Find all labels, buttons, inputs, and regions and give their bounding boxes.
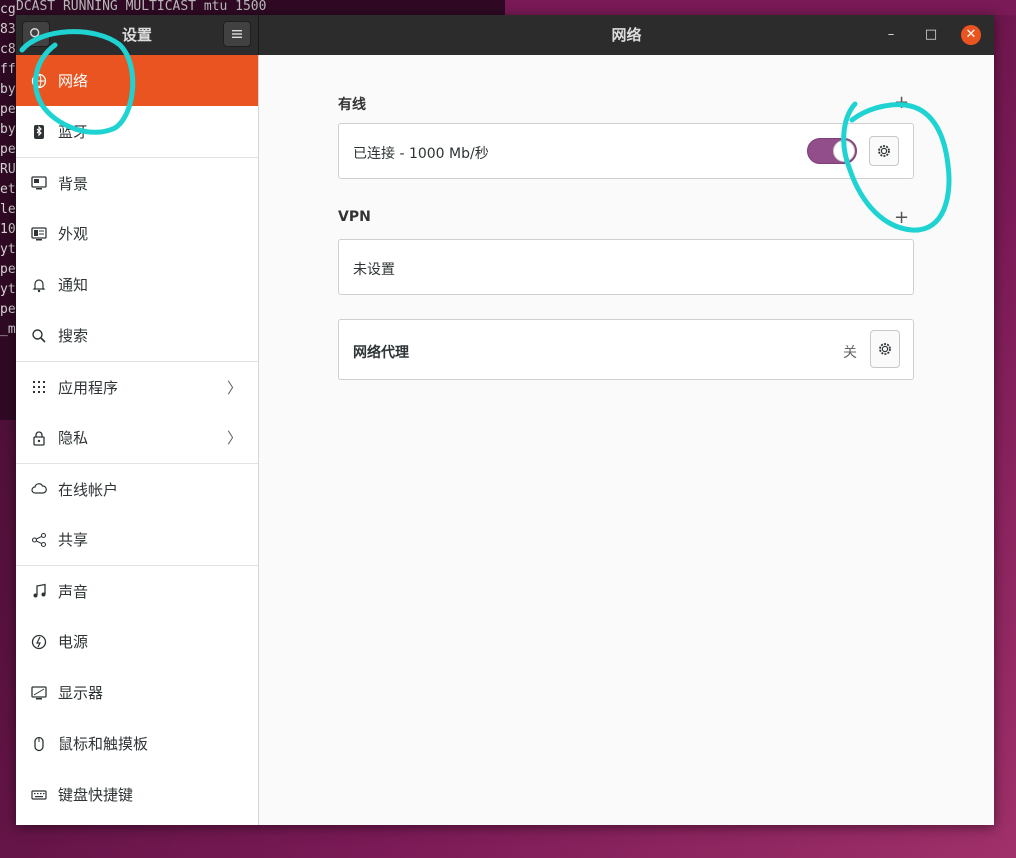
add-vpn-button[interactable]: +	[894, 209, 909, 227]
sidebar-item-notifications[interactable]: 通知	[16, 259, 258, 310]
gear-icon	[879, 343, 891, 355]
sidebar-item-label: 蓝牙	[58, 123, 89, 141]
sidebar-item-appearance[interactable]: 外观	[16, 208, 258, 259]
sidebar-item-label: 共享	[58, 531, 89, 549]
search-icon	[30, 327, 48, 345]
music-note-icon	[30, 582, 48, 600]
sidebar-item-label: 在线帐户	[58, 480, 119, 499]
proxy-title: 网络代理	[353, 345, 409, 361]
mouse-icon	[30, 735, 48, 753]
terminal-line: _m	[0, 322, 16, 337]
sidebar-item-label: 隐私	[58, 429, 89, 447]
sidebar-item-sharing[interactable]: 共享	[16, 514, 258, 565]
terminal-line: ff	[0, 62, 16, 77]
wired-status: 已连接 - 1000 Mb/秒	[353, 146, 489, 162]
sidebar-item-label: 通知	[58, 276, 89, 294]
apps-grid-icon	[30, 378, 48, 396]
terminal-line: c8	[0, 42, 16, 57]
sidebar-item-power[interactable]: 电源	[16, 616, 258, 667]
sidebar-item-keyboard-shortcuts[interactable]: 键盘快捷键	[16, 769, 258, 820]
terminal-line: yt	[0, 242, 16, 257]
toggle-knob	[833, 140, 855, 162]
wired-section-title: 有线	[338, 97, 366, 113]
sidebar-item-label: 电源	[58, 633, 89, 651]
search-button[interactable]	[22, 21, 50, 47]
sidebar-item-label: 显示器	[58, 684, 104, 702]
menu-button[interactable]	[223, 21, 251, 47]
wired-connection-row: 已连接 - 1000 Mb/秒	[338, 123, 914, 179]
settings-window: 设置 网络 – □ ✕ 网络 蓝牙 背景 外观 通知 搜索 应用程序 〉 隐私 …	[16, 15, 994, 825]
maximize-button[interactable]: □	[921, 25, 941, 45]
sidebar-item-applications[interactable]: 应用程序 〉	[16, 361, 258, 412]
appearance-icon	[30, 225, 48, 243]
terminal-line: pe	[0, 302, 16, 317]
proxy-state: 关	[843, 345, 857, 361]
vpn-status: 未设置	[353, 262, 395, 278]
network-icon	[30, 72, 48, 90]
lock-icon	[30, 429, 48, 447]
sidebar-item-sound[interactable]: 声音	[16, 565, 258, 616]
display-icon	[30, 684, 48, 702]
cloud-icon	[30, 480, 48, 498]
desktop-wallpaper	[505, 0, 1016, 15]
vpn-row: 未设置	[338, 239, 914, 295]
keyboard-icon	[30, 786, 48, 804]
terminal-line: pe	[0, 102, 16, 117]
proxy-settings-button[interactable]	[870, 330, 900, 368]
bell-icon	[30, 276, 48, 294]
proxy-row[interactable]: 网络代理 关	[338, 319, 914, 380]
sidebar-headerbar: 设置	[16, 15, 259, 55]
terminal-top-line: DCAST RUNNING MULTICAST mtu 1500	[16, 0, 506, 15]
sidebar-item-search[interactable]: 搜索	[16, 310, 258, 361]
background-terminal: cg 83 c8 ff by pe by pe RU et le 10 yt p…	[0, 0, 16, 420]
terminal-line: et	[0, 182, 16, 197]
sidebar-item-label: 声音	[58, 582, 89, 601]
sidebar-item-network[interactable]: 网络	[16, 55, 258, 106]
terminal-line: by	[0, 122, 16, 137]
bluetooth-icon	[30, 123, 48, 141]
terminal-line: pe	[0, 262, 16, 277]
sidebar-item-label: 搜索	[58, 327, 89, 345]
gear-icon	[878, 145, 890, 157]
chevron-right-icon: 〉	[226, 429, 242, 447]
headerbar: 设置 网络 – □ ✕	[16, 15, 994, 55]
sidebar-item-bluetooth[interactable]: 蓝牙	[16, 106, 258, 157]
wired-toggle[interactable]	[807, 138, 857, 164]
terminal-line: cg	[0, 2, 16, 17]
terminal-line: pe	[0, 142, 16, 157]
terminal-line: yt	[0, 282, 16, 297]
sidebar-item-label: 应用程序	[58, 378, 119, 397]
sidebar-item-privacy[interactable]: 隐私 〉	[16, 412, 258, 463]
terminal-line: le	[0, 202, 16, 217]
sidebar-item-label: 键盘快捷键	[58, 786, 134, 804]
search-icon	[30, 28, 42, 40]
sidebar-item-mouse-touchpad[interactable]: 鼠标和触摸板	[16, 718, 258, 769]
background-icon	[30, 174, 48, 192]
power-icon	[30, 633, 48, 651]
sidebar-item-label: 鼠标和触摸板	[58, 735, 149, 753]
sidebar-item-label: 背景	[58, 174, 89, 193]
sidebar-item-online-accounts[interactable]: 在线帐户	[16, 463, 258, 514]
chevron-right-icon: 〉	[226, 379, 242, 397]
sidebar-item-label: 外观	[58, 225, 89, 243]
terminal-line: 10	[0, 222, 16, 237]
sidebar-item-label: 网络	[58, 72, 89, 90]
sidebar-title: 设置	[121, 26, 152, 44]
share-icon	[30, 531, 48, 549]
add-wired-button[interactable]: +	[894, 94, 909, 112]
terminal-line: by	[0, 82, 16, 97]
network-panel: 有线 + 已连接 - 1000 Mb/秒 VPN + 未设置 网络代理 关	[259, 55, 994, 825]
terminal-line: 83	[0, 22, 16, 37]
sidebar-item-background[interactable]: 背景	[16, 157, 258, 208]
hamburger-menu-icon	[232, 30, 242, 38]
wired-settings-button[interactable]	[869, 136, 899, 166]
terminal-line: RU	[0, 162, 16, 177]
sidebar: 网络 蓝牙 背景 外观 通知 搜索 应用程序 〉 隐私 〉 在线帐户 共享 声音…	[16, 55, 259, 825]
minimize-button[interactable]: –	[881, 25, 901, 45]
close-button[interactable]: ✕	[961, 25, 981, 45]
vpn-section-title: VPN	[338, 209, 371, 225]
sidebar-item-displays[interactable]: 显示器	[16, 667, 258, 718]
